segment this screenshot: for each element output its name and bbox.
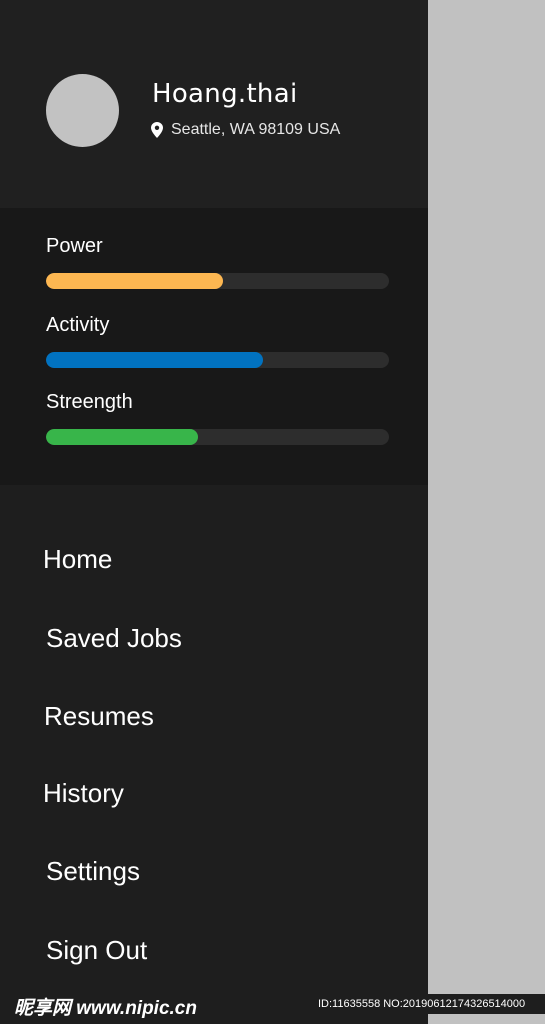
menu-item-history[interactable]: History [0, 760, 428, 830]
username: Hoang.thai [152, 79, 298, 109]
stat-track [46, 429, 389, 445]
location: Seattle, WA 98109 USA [151, 121, 340, 139]
stat-fill [46, 273, 223, 289]
stat-track [46, 273, 389, 289]
menu-item-label: Settings [46, 856, 140, 886]
stats-panel: Power Activity Streength [0, 208, 428, 485]
menu-item-saved-jobs[interactable]: Saved Jobs [0, 605, 428, 675]
location-text: Seattle, WA 98109 USA [171, 121, 341, 138]
menu-item-label: Home [43, 544, 113, 574]
menu-item-settings[interactable]: Settings [0, 838, 428, 908]
menu-item-home[interactable]: Home [0, 526, 428, 596]
stat-label: Power [46, 235, 103, 257]
menu-item-label: Resumes [44, 701, 154, 731]
menu-item-label: Saved Jobs [46, 623, 182, 653]
stat-track [46, 352, 389, 368]
menu-item-label: History [43, 778, 124, 808]
watermark-logo: 昵享网 www.nipic.cn [14, 998, 197, 1019]
stat-fill [46, 352, 264, 368]
map-pin-icon [151, 122, 163, 138]
avatar[interactable] [46, 74, 119, 147]
watermark-id: ID:11635558 NO:20190612174326514000 [310, 994, 545, 1014]
menu-item-resumes[interactable]: Resumes [0, 683, 428, 753]
stat-label: Activity [46, 314, 110, 336]
menu-item-label: Sign Out [46, 935, 148, 965]
stat-fill [46, 429, 198, 445]
stat-label: Streength [46, 391, 133, 413]
profile-header: Hoang.thai Seattle, WA 98109 USA [0, 0, 428, 208]
navigation-drawer: Hoang.thai Seattle, WA 98109 USA Power A… [0, 0, 428, 1024]
menu-item-sign-out[interactable]: Sign Out [0, 917, 428, 987]
